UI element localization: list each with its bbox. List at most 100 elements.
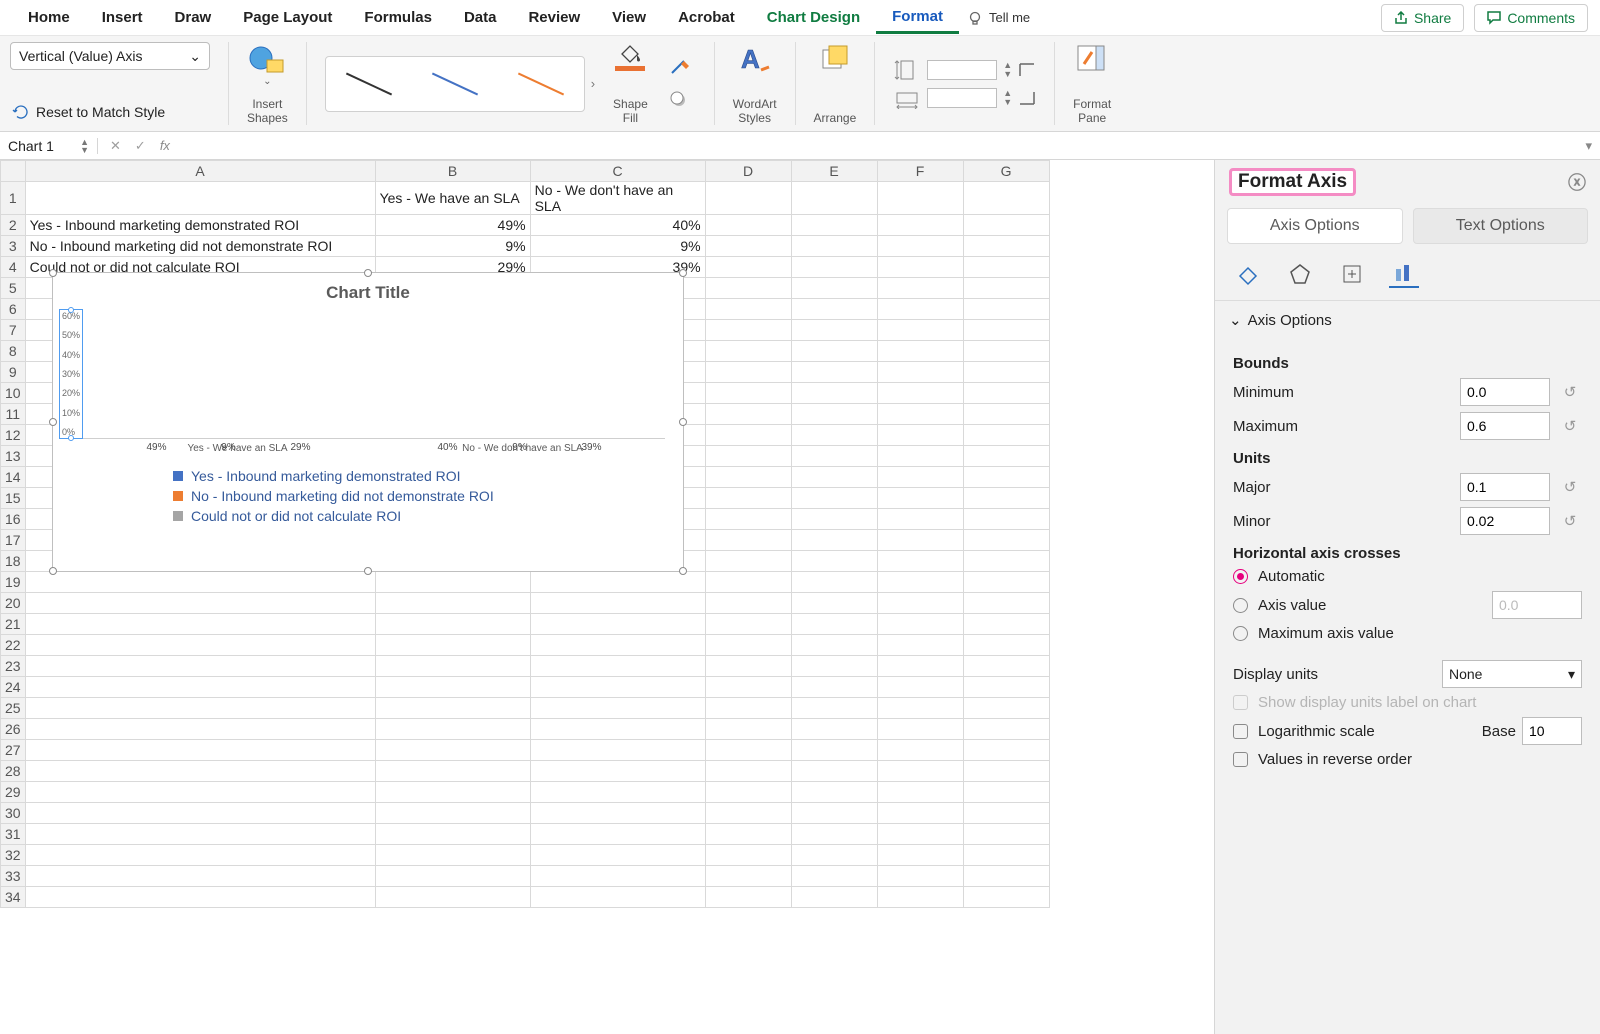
col-header[interactable]: D <box>705 161 791 182</box>
radio-automatic[interactable] <box>1233 569 1248 584</box>
cell[interactable]: Yes - Inbound marketing demonstrated ROI <box>25 215 375 236</box>
spreadsheet[interactable]: A B C D E F G 1Yes - We have an SLANo - … <box>0 160 1214 1034</box>
tab-axis-options[interactable]: Axis Options <box>1227 208 1403 244</box>
tab-review[interactable]: Review <box>512 3 596 32</box>
cell[interactable]: No - We don't have an SLA <box>530 182 705 215</box>
svg-text:A: A <box>741 44 760 74</box>
cell[interactable]: 49% <box>375 215 530 236</box>
shape-effects-button[interactable] <box>666 88 696 112</box>
shape-style-gallery[interactable] <box>325 56 585 112</box>
format-axis-pane: Format Axis ⓧ Axis Options Text Options … <box>1214 160 1600 1034</box>
fill-line-icon[interactable] <box>1233 260 1263 288</box>
shapes-icon <box>247 42 287 74</box>
arrange-button[interactable] <box>815 42 855 76</box>
effects-icon[interactable] <box>1285 260 1315 288</box>
pane-title: Format Axis <box>1229 168 1356 196</box>
row-header[interactable]: 4 <box>1 257 26 278</box>
name-box[interactable]: Chart 1 ▲▼ <box>0 138 98 154</box>
tab-format[interactable]: Format <box>876 2 959 34</box>
reset-icon[interactable]: ↺ <box>1558 475 1582 499</box>
width-icon[interactable] <box>893 87 921 109</box>
col-header[interactable]: C <box>530 161 705 182</box>
radio-axis-value[interactable] <box>1233 598 1248 613</box>
shape-fill-label: Shape Fill <box>613 97 648 125</box>
height-icon[interactable] <box>893 59 921 81</box>
tab-text-options[interactable]: Text Options <box>1413 208 1589 244</box>
row-header[interactable]: 2 <box>1 215 26 236</box>
shape-outline-button[interactable] <box>666 56 696 80</box>
share-button[interactable]: Share <box>1381 4 1464 32</box>
cancel-icon[interactable]: ✕ <box>110 138 121 154</box>
share-icon <box>1394 11 1408 25</box>
shape-fill-button[interactable] <box>615 42 645 71</box>
stepper-icon[interactable]: ▲▼ <box>1003 89 1012 107</box>
col-header[interactable]: B <box>375 161 530 182</box>
major-input[interactable] <box>1460 473 1550 501</box>
axis-options-icon[interactable] <box>1389 260 1419 288</box>
major-label: Major <box>1233 479 1271 496</box>
tab-view[interactable]: View <box>596 3 662 32</box>
tab-chart-design[interactable]: Chart Design <box>751 3 876 32</box>
chk-log-scale[interactable] <box>1233 724 1248 739</box>
reset-icon[interactable]: ↺ <box>1558 380 1582 404</box>
reset-icon[interactable]: ↺ <box>1558 509 1582 533</box>
col-header[interactable]: G <box>963 161 1049 182</box>
row-header[interactable]: 3 <box>1 236 26 257</box>
cell[interactable]: Yes - We have an SLA <box>375 182 530 215</box>
minimum-input[interactable] <box>1460 378 1550 406</box>
col-header[interactable]: E <box>791 161 877 182</box>
align-icon[interactable] <box>1018 62 1036 78</box>
tell-me[interactable]: Tell me <box>967 10 1030 26</box>
tab-formulas[interactable]: Formulas <box>348 3 448 32</box>
chevron-down-icon[interactable]: ▾ <box>1577 138 1600 154</box>
display-units-select[interactable]: None▾ <box>1442 660 1582 688</box>
close-icon[interactable]: ⓧ <box>1568 169 1586 195</box>
tab-insert[interactable]: Insert <box>86 3 159 32</box>
chart-legend[interactable]: Yes - Inbound marketing demonstrated ROI… <box>53 454 683 524</box>
value-axis[interactable]: 60%50%40%30%20%10%0% <box>59 309 83 439</box>
insert-shapes-button[interactable]: ⌄ <box>247 42 287 87</box>
reset-icon[interactable]: ↺ <box>1558 414 1582 438</box>
tab-acrobat[interactable]: Acrobat <box>662 3 751 32</box>
row-header[interactable]: 1 <box>1 182 26 215</box>
cell[interactable]: No - Inbound marketing did not demonstra… <box>25 236 375 257</box>
show-label-text: Show display units label on chart <box>1258 694 1476 711</box>
maximum-input[interactable] <box>1460 412 1550 440</box>
chart-element-value: Vertical (Value) Axis <box>19 48 142 64</box>
size-icon[interactable] <box>1337 260 1367 288</box>
format-pane-button[interactable] <box>1074 42 1110 76</box>
tab-data[interactable]: Data <box>448 3 513 32</box>
stepper-icon[interactable]: ▲▼ <box>1003 61 1012 79</box>
col-header[interactable]: F <box>877 161 963 182</box>
align2-icon[interactable] <box>1018 90 1036 106</box>
radio-max-axis[interactable] <box>1233 626 1248 641</box>
chart-title[interactable]: Chart Title <box>53 273 683 309</box>
confirm-icon[interactable]: ✓ <box>135 138 146 154</box>
reset-match-style[interactable]: Reset to Match Style <box>10 99 167 125</box>
automatic-label: Automatic <box>1258 568 1325 585</box>
minor-input[interactable] <box>1460 507 1550 535</box>
comments-button[interactable]: Comments <box>1474 4 1588 32</box>
cell[interactable]: 40% <box>530 215 705 236</box>
wordart-styles-button[interactable]: A <box>737 42 773 76</box>
embedded-chart[interactable]: Chart Title 60%50%40%30%20%10%0% 49%9%29… <box>52 272 684 572</box>
stepper-icon[interactable]: ▲▼ <box>80 138 89 154</box>
tab-page-layout[interactable]: Page Layout <box>227 3 348 32</box>
chk-reverse[interactable] <box>1233 752 1248 767</box>
legend-entry: No - Inbound marketing did not demonstra… <box>191 488 494 504</box>
chart-element-select[interactable]: Vertical (Value) Axis ⌄ <box>10 42 210 70</box>
cell[interactable] <box>25 182 375 215</box>
ribbon: Vertical (Value) Axis ⌄ Reset to Match S… <box>0 36 1600 132</box>
col-header[interactable]: A <box>25 161 375 182</box>
reset-label: Reset to Match Style <box>36 104 165 120</box>
cell[interactable]: 9% <box>530 236 705 257</box>
fx-icon[interactable]: fx <box>160 138 170 153</box>
axis-value-input[interactable] <box>1492 591 1582 619</box>
legend-entry: Yes - Inbound marketing demonstrated ROI <box>191 468 461 484</box>
base-input[interactable] <box>1522 717 1582 745</box>
gallery-more-icon[interactable]: › <box>591 76 595 91</box>
tab-home[interactable]: Home <box>12 3 86 32</box>
tab-draw[interactable]: Draw <box>159 3 228 32</box>
cell[interactable]: 9% <box>375 236 530 257</box>
section-axis-options[interactable]: ⌄Axis Options <box>1215 300 1600 339</box>
